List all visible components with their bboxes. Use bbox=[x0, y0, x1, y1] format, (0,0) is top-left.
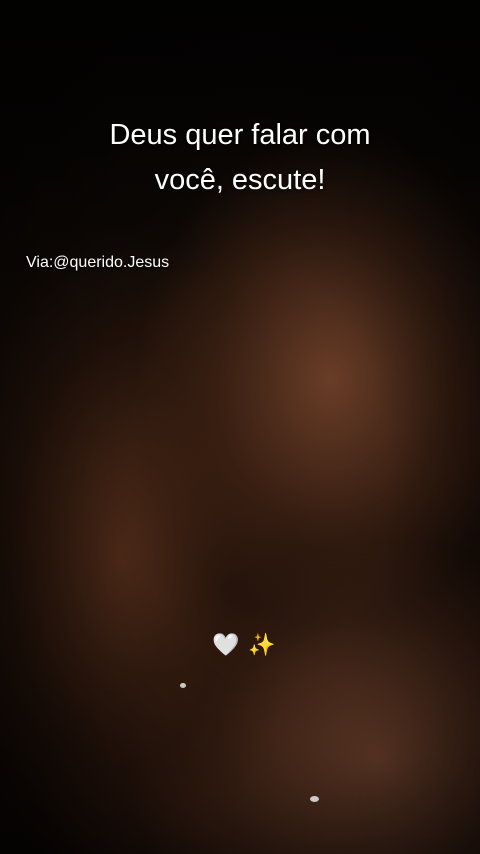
light-speck bbox=[310, 796, 319, 802]
credit-text: Via:@querido.Jesus bbox=[26, 254, 170, 271]
sparkles-icon: ✨ bbox=[248, 633, 276, 658]
caption-title-line-2: você, escute! bbox=[154, 164, 326, 196]
caption-title: Deus quer falar com você, escute! bbox=[40, 113, 440, 203]
emoji-decoration: 🤍 ✨ bbox=[212, 632, 276, 660]
story-frame: Deus quer falar com você, escute! Via:@q… bbox=[0, 0, 480, 854]
light-speck bbox=[180, 683, 186, 688]
caption-title-line-1: Deus quer falar com bbox=[109, 119, 371, 151]
white-heart-icon: 🤍 bbox=[212, 633, 240, 658]
